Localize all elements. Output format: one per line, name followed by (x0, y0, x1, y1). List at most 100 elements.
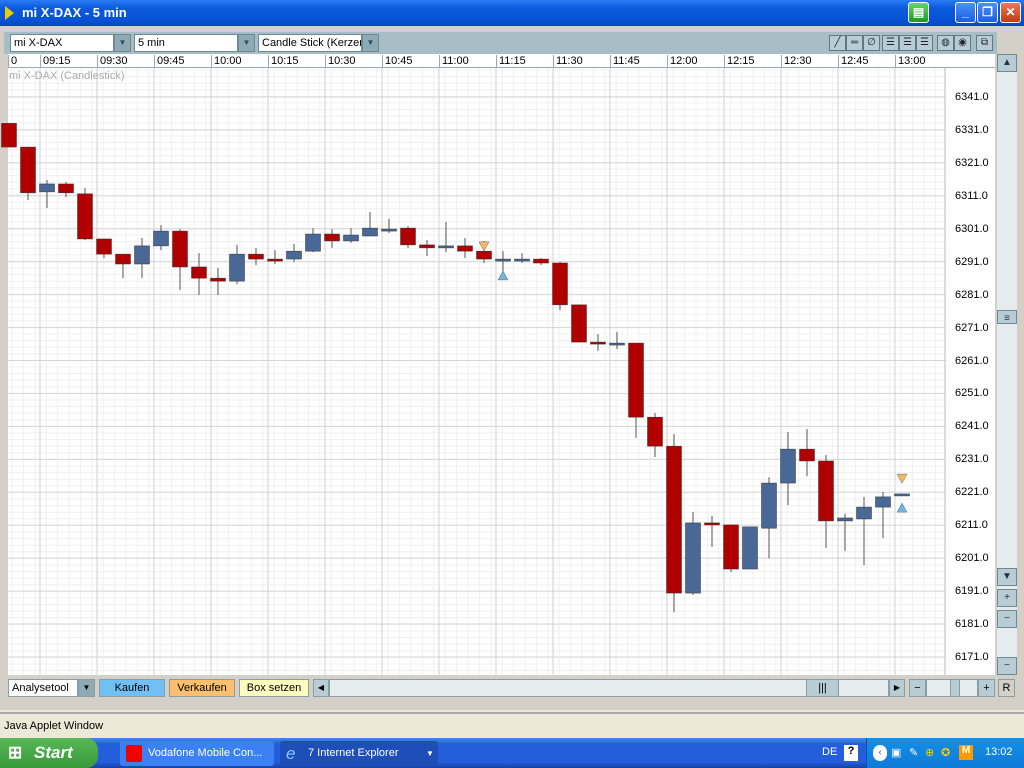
candle-body (476, 250, 492, 260)
price-label: 6191.0 (955, 585, 989, 598)
status-text: Java Applet Window (4, 720, 104, 732)
candle-body (590, 341, 606, 345)
candle-body (742, 526, 758, 570)
candle-body (172, 230, 188, 268)
time-zoom-out-button[interactable]: − (909, 679, 926, 697)
reset-button[interactable]: R (998, 679, 1015, 697)
candle-body (799, 448, 815, 462)
candle-body (134, 245, 150, 265)
price-label: 6301.0 (955, 222, 989, 235)
candle-body (894, 493, 910, 497)
clock: 13:02 (985, 746, 1013, 758)
scroll-thumb[interactable]: ≡ (997, 310, 1017, 324)
candle-body (609, 342, 625, 346)
globe-icon[interactable]: ⊕ (925, 746, 934, 759)
candle-body (438, 245, 454, 249)
horizontal-scrollbar[interactable] (329, 679, 889, 697)
candle-body (400, 227, 416, 246)
candle-body (666, 445, 682, 594)
price-label: 6321.0 (955, 156, 989, 169)
candle-body (381, 228, 397, 232)
start-button[interactable]: ⊞ Start (0, 738, 98, 768)
help-icon[interactable]: ? (844, 745, 858, 761)
zoom-in-button[interactable]: + (997, 589, 1017, 607)
price-label: 6171.0 (955, 650, 989, 663)
price-label: 6261.0 (955, 354, 989, 367)
windows-logo-icon: ⊞ (8, 743, 23, 762)
status-bar: Java Applet Window (0, 712, 1024, 738)
vertical-scrollbar[interactable]: ▲ ≡ ▼ + − − (997, 54, 1017, 675)
candle-body (647, 416, 663, 447)
candle-body (362, 227, 378, 237)
candle-body (77, 193, 93, 240)
candle-body (780, 448, 796, 484)
vodafone-icon (126, 745, 142, 762)
candle-body (96, 238, 112, 255)
task-label: Vodafone Mobile Con... (148, 747, 263, 759)
sell-signal-marker (896, 473, 908, 484)
candle-body (514, 258, 530, 262)
price-label: 6201.0 (955, 552, 989, 565)
time-zoom-in-button[interactable]: + (978, 679, 995, 697)
price-label: 6271.0 (955, 321, 989, 334)
update-icon[interactable]: ✪ (941, 746, 950, 759)
scroll-up-button[interactable]: ▲ (997, 54, 1017, 72)
candlestick-chart (1, 68, 946, 675)
zoom-out-button[interactable]: − (997, 610, 1017, 628)
language-indicator[interactable]: DE (822, 746, 837, 758)
mcafee-icon[interactable]: M (959, 745, 973, 760)
network-icon[interactable]: ▣ (891, 746, 901, 759)
scroll-left-button[interactable]: ◀ (313, 679, 329, 697)
taskbar-item-vodafone[interactable]: Vodafone Mobile Con... (120, 741, 274, 766)
task-label: 7 Internet Explorer (308, 747, 399, 759)
horizontal-scroll-thumb[interactable]: ||| (806, 679, 839, 697)
candle-body (419, 244, 435, 249)
candle-body (229, 253, 245, 282)
candle-body (571, 304, 587, 343)
show-hidden-icons[interactable]: ‹ (873, 745, 887, 761)
analysis-tool-select[interactable]: Analysetool (8, 679, 78, 697)
candle-body (875, 496, 891, 508)
taskbar-item-internet-explorer[interactable]: e 7 Internet Explorer ▼ (280, 741, 438, 766)
start-label: Start (34, 743, 73, 762)
price-label: 6341.0 (955, 91, 989, 103)
candle-body (305, 233, 321, 252)
candle-body (58, 183, 74, 194)
candle-body (210, 277, 226, 282)
candle-body (856, 506, 872, 520)
price-label: 6251.0 (955, 387, 989, 400)
buy-button[interactable]: Kaufen (99, 679, 165, 697)
candle-body (723, 524, 739, 570)
price-label: 6181.0 (955, 618, 989, 631)
buy-signal-marker (896, 502, 908, 513)
candle-body (552, 262, 568, 306)
candle-body (685, 522, 701, 594)
time-zoom-thumb[interactable] (950, 679, 960, 697)
sell-button[interactable]: Verkaufen (169, 679, 235, 697)
price-label: 6291.0 (955, 255, 989, 268)
price-label: 6281.0 (955, 288, 989, 301)
price-label: 6231.0 (955, 453, 989, 466)
price-label: 6211.0 (955, 519, 988, 532)
candle-body (628, 342, 644, 418)
ie-icon: e (286, 744, 296, 763)
set-box-button[interactable]: Box setzen (239, 679, 309, 697)
scroll-down-button[interactable]: ▼ (997, 568, 1017, 586)
candle-body (248, 253, 264, 260)
candle-body (1, 123, 17, 148)
chevron-down-icon[interactable]: ▼ (78, 679, 95, 697)
scroll-right-button[interactable]: ▶ (889, 679, 905, 697)
candle-body (39, 183, 55, 193)
system-tray: ‹ ▣ ✎ ⊕ ✪ M 13:02 (866, 738, 1024, 768)
candle-body (495, 258, 511, 262)
sell-signal-marker (478, 241, 490, 252)
candle-body (267, 258, 283, 262)
pen-icon[interactable]: ✎ (909, 746, 918, 759)
scale-minus-button[interactable]: − (997, 657, 1017, 675)
buy-signal-marker (497, 270, 509, 281)
candle-body (324, 233, 340, 242)
price-label: 6241.0 (955, 420, 989, 433)
candle-body (457, 245, 473, 252)
candle-body (837, 517, 853, 522)
candle-body (286, 250, 302, 260)
